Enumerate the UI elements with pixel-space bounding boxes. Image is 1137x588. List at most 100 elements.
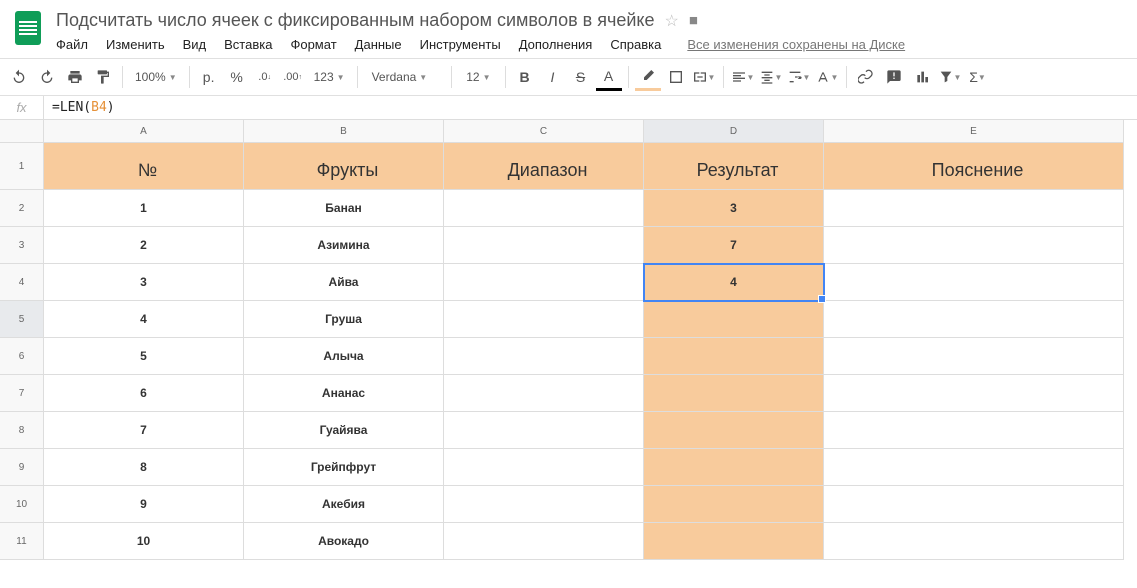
chart-button[interactable] bbox=[909, 63, 935, 91]
cell-e7[interactable] bbox=[824, 375, 1124, 412]
cell-d3[interactable]: 7 bbox=[644, 227, 824, 264]
cell-c2[interactable] bbox=[444, 190, 644, 227]
row-header-11[interactable]: 11 bbox=[0, 523, 44, 560]
filter-button[interactable]: ▼ bbox=[937, 63, 963, 91]
increase-decimal-button[interactable]: .00↑ bbox=[280, 63, 306, 91]
select-all-corner[interactable] bbox=[0, 120, 44, 143]
cell-a7[interactable]: 6 bbox=[44, 375, 244, 412]
cell-a2[interactable]: 1 bbox=[44, 190, 244, 227]
cell-d2[interactable]: 3 bbox=[644, 190, 824, 227]
valign-button[interactable]: ▼ bbox=[758, 63, 784, 91]
cell-b9[interactable]: Грейпфрут bbox=[244, 449, 444, 486]
row-header-6[interactable]: 6 bbox=[0, 338, 44, 375]
header-cell-a[interactable]: № bbox=[44, 143, 244, 190]
cell-a10[interactable]: 9 bbox=[44, 486, 244, 523]
currency-button[interactable]: р. bbox=[196, 63, 222, 91]
cell-e9[interactable] bbox=[824, 449, 1124, 486]
cell-c8[interactable] bbox=[444, 412, 644, 449]
menu-format[interactable]: Формат bbox=[290, 37, 336, 52]
halign-button[interactable]: ▼ bbox=[730, 63, 756, 91]
comment-button[interactable] bbox=[881, 63, 907, 91]
menu-data[interactable]: Данные bbox=[355, 37, 402, 52]
menu-view[interactable]: Вид bbox=[183, 37, 207, 52]
cell-b11[interactable]: Авокадо bbox=[244, 523, 444, 560]
cell-a8[interactable]: 7 bbox=[44, 412, 244, 449]
cell-a6[interactable]: 5 bbox=[44, 338, 244, 375]
cell-a5[interactable]: 4 bbox=[44, 301, 244, 338]
row-header-9[interactable]: 9 bbox=[0, 449, 44, 486]
bold-button[interactable]: B bbox=[512, 63, 538, 91]
save-status[interactable]: Все изменения сохранены на Диске bbox=[687, 37, 905, 52]
menu-help[interactable]: Справка bbox=[610, 37, 661, 52]
cell-e2[interactable] bbox=[824, 190, 1124, 227]
cell-d9[interactable] bbox=[644, 449, 824, 486]
folder-icon[interactable]: ■ bbox=[689, 12, 698, 29]
cell-b4[interactable]: Айва bbox=[244, 264, 444, 301]
cell-e4[interactable] bbox=[824, 264, 1124, 301]
cell-d7[interactable] bbox=[644, 375, 824, 412]
strike-button[interactable]: S bbox=[568, 63, 594, 91]
font-size-select[interactable]: 12▼ bbox=[458, 70, 498, 84]
cell-a4[interactable]: 3 bbox=[44, 264, 244, 301]
wrap-button[interactable]: ▼ bbox=[786, 63, 812, 91]
undo-icon[interactable] bbox=[6, 63, 32, 91]
cell-c10[interactable] bbox=[444, 486, 644, 523]
functions-button[interactable]: Σ▼ bbox=[965, 63, 991, 91]
cell-a3[interactable]: 2 bbox=[44, 227, 244, 264]
col-header-B[interactable]: B bbox=[244, 120, 444, 143]
cell-c11[interactable] bbox=[444, 523, 644, 560]
cell-c9[interactable] bbox=[444, 449, 644, 486]
header-cell-b[interactable]: Фрукты bbox=[244, 143, 444, 190]
rotate-button[interactable]: ▼ bbox=[814, 63, 840, 91]
menu-file[interactable]: Файл bbox=[56, 37, 88, 52]
header-cell-c[interactable]: Диапазон bbox=[444, 143, 644, 190]
row-header-5[interactable]: 5 bbox=[0, 301, 44, 338]
col-header-E[interactable]: E bbox=[824, 120, 1124, 143]
zoom-select[interactable]: 100%▼ bbox=[129, 70, 183, 84]
cell-e3[interactable] bbox=[824, 227, 1124, 264]
sheets-logo[interactable] bbox=[8, 8, 48, 48]
cell-b2[interactable]: Банан bbox=[244, 190, 444, 227]
cell-b8[interactable]: Гуайява bbox=[244, 412, 444, 449]
cell-a11[interactable]: 10 bbox=[44, 523, 244, 560]
font-select[interactable]: Verdana▼ bbox=[364, 70, 446, 84]
redo-icon[interactable] bbox=[34, 63, 60, 91]
link-button[interactable] bbox=[853, 63, 879, 91]
menu-edit[interactable]: Изменить bbox=[106, 37, 165, 52]
cell-b5[interactable]: Груша bbox=[244, 301, 444, 338]
cell-d8[interactable] bbox=[644, 412, 824, 449]
header-cell-e[interactable]: Пояснение bbox=[824, 143, 1124, 190]
cell-d4[interactable]: 4 bbox=[644, 264, 824, 301]
row-header-4[interactable]: 4 bbox=[0, 264, 44, 301]
menu-addons[interactable]: Дополнения bbox=[519, 37, 593, 52]
row-header-7[interactable]: 7 bbox=[0, 375, 44, 412]
cell-e10[interactable] bbox=[824, 486, 1124, 523]
cell-e11[interactable] bbox=[824, 523, 1124, 560]
cell-e5[interactable] bbox=[824, 301, 1124, 338]
formula-input[interactable]: =LEN(B4) bbox=[44, 96, 1137, 119]
italic-button[interactable]: I bbox=[540, 63, 566, 91]
cell-b3[interactable]: Азимина bbox=[244, 227, 444, 264]
cell-a9[interactable]: 8 bbox=[44, 449, 244, 486]
header-cell-d[interactable]: Результат bbox=[644, 143, 824, 190]
print-icon[interactable] bbox=[62, 63, 88, 91]
cell-c6[interactable] bbox=[444, 338, 644, 375]
fill-color-button[interactable] bbox=[635, 63, 661, 91]
paint-format-icon[interactable] bbox=[90, 63, 116, 91]
cell-b6[interactable]: Алыча bbox=[244, 338, 444, 375]
cell-e6[interactable] bbox=[824, 338, 1124, 375]
cell-c5[interactable] bbox=[444, 301, 644, 338]
cell-b10[interactable]: Акебия bbox=[244, 486, 444, 523]
row-header-10[interactable]: 10 bbox=[0, 486, 44, 523]
row-header-1[interactable]: 1 bbox=[0, 143, 44, 190]
merge-button[interactable]: ▼ bbox=[691, 63, 717, 91]
cell-d5[interactable] bbox=[644, 301, 824, 338]
cell-c3[interactable] bbox=[444, 227, 644, 264]
star-icon[interactable]: ☆ bbox=[665, 11, 679, 31]
more-formats-button[interactable]: 123▼ bbox=[308, 70, 351, 84]
cell-d11[interactable] bbox=[644, 523, 824, 560]
doc-title[interactable]: Подсчитать число ячеек с фиксированным н… bbox=[56, 10, 655, 31]
row-header-8[interactable]: 8 bbox=[0, 412, 44, 449]
menu-insert[interactable]: Вставка bbox=[224, 37, 272, 52]
cell-d6[interactable] bbox=[644, 338, 824, 375]
